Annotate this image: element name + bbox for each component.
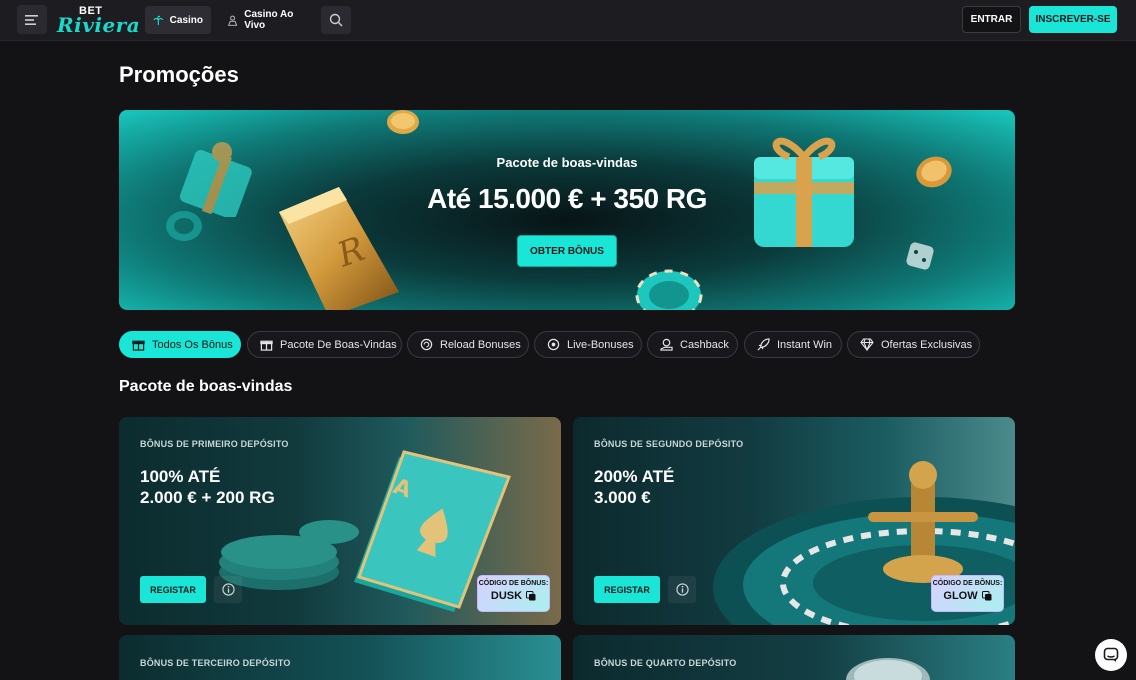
filter-label: Reload Bonuses (440, 338, 521, 351)
filter-all-bonuses[interactable]: Todos Os Bônus (119, 331, 241, 358)
filter-exclusive-offers[interactable]: Ofertas Exclusivas (847, 331, 980, 358)
hero-subtitle: Pacote de boas-vindas (496, 155, 638, 170)
bonus-card-first-deposit: A BÔNUS DE PRIMEIRO DEPÓSITO 100% ATÉ 2.… (119, 417, 561, 625)
info-icon (675, 583, 689, 596)
copy-icon[interactable] (981, 591, 992, 601)
diamond-icon (860, 338, 874, 351)
chat-button[interactable] (1095, 639, 1127, 671)
bonus-code: DUSK (490, 590, 523, 602)
chip-bottom (635, 269, 703, 310)
nav-live-label: Casino Ao Vivo (244, 9, 294, 31)
filter-live-bonuses[interactable]: Live-Bonuses (534, 331, 642, 358)
info-button[interactable] (214, 576, 242, 603)
bonus-code-label: CÓDIGO DE BÔNUS: (932, 580, 1003, 587)
bonus-card-third-deposit: BÔNUS DE TERCEIRO DEPÓSITO (119, 635, 561, 680)
nav-casino[interactable]: Casino (145, 6, 211, 34)
signup-button[interactable]: INSCREVER-SE (1029, 6, 1117, 33)
dice-image (846, 658, 930, 680)
filter-label: Ofertas Exclusivas (881, 338, 973, 351)
dealer-icon (227, 15, 238, 26)
gift-box-icon (260, 340, 273, 351)
bonus-code-box[interactable]: CÓDIGO DE BÔNUS: GLOW (931, 575, 1004, 612)
hero-banner: R Pacote de boas-vindas Até 15.000 € + 3… (119, 110, 1015, 310)
info-button[interactable] (668, 576, 696, 603)
gold-coin-top (387, 110, 419, 134)
filter-welcome-package[interactable]: Pacote De Boas-Vindas (247, 331, 402, 358)
register-button[interactable]: REGISTAR (140, 576, 206, 603)
filter-cashback[interactable]: Cashback (647, 331, 738, 358)
nav-live-casino[interactable]: Casino Ao Vivo (219, 6, 315, 34)
card-amount: 200% ATÉ 3.000 € (594, 467, 675, 507)
top-bar: BET Riviera Casino Casino Ao Vivo ENTRAR… (0, 0, 1136, 41)
rocket-icon (757, 338, 770, 351)
filter-label: Pacote De Boas-Vindas (280, 338, 397, 351)
filter-instant-win[interactable]: Instant Win (744, 331, 842, 358)
filter-label: Todos Os Bônus (152, 338, 233, 351)
palm-tree-icon (153, 15, 164, 25)
hamburger-icon (25, 14, 38, 25)
menu-button[interactable] (17, 5, 47, 34)
cashback-icon (660, 338, 673, 351)
card-label: BÔNUS DE SEGUNDO DEPÓSITO (594, 439, 744, 449)
login-button[interactable]: ENTRAR (962, 6, 1021, 33)
logo-riviera: Riviera (57, 13, 141, 37)
filter-label: Live-Bonuses (567, 338, 634, 351)
filter-label: Cashback (680, 338, 729, 351)
card-label: BÔNUS DE PRIMEIRO DEPÓSITO (140, 439, 289, 449)
page-title: Promoções (119, 62, 239, 87)
bonus-card-fourth-deposit: BÔNUS DE QUARTO DEPÓSITO (573, 635, 1015, 680)
site-logo[interactable]: BET Riviera (57, 3, 140, 37)
register-button[interactable]: REGISTAR (594, 576, 660, 603)
bonus-code: GLOW (943, 590, 978, 602)
search-icon (329, 13, 343, 27)
nav-casino-label: Casino (169, 14, 203, 26)
copy-icon[interactable] (526, 591, 536, 601)
section-title: Pacote de boas-vindas (119, 378, 293, 395)
live-icon (547, 338, 560, 351)
dice-image (906, 242, 934, 270)
search-button[interactable] (321, 6, 351, 34)
chat-icon (1103, 647, 1119, 662)
bonus-code-box[interactable]: CÓDIGO DE BÔNUS: DUSK (477, 575, 550, 612)
filter-reload-bonuses[interactable]: Reload Bonuses (407, 331, 529, 358)
card-label: BÔNUS DE TERCEIRO DEPÓSITO (140, 658, 291, 668)
bonus-card-second-deposit: BÔNUS DE SEGUNDO DEPÓSITO 200% ATÉ 3.000… (573, 417, 1015, 625)
get-bonus-button[interactable]: OBTER BÔNUS (517, 235, 617, 267)
reload-icon (420, 338, 433, 351)
card-amount: 100% ATÉ 2.000 € + 200 RG (140, 467, 275, 507)
gift-icon (132, 340, 145, 351)
filter-label: Instant Win (777, 338, 833, 351)
hero-title: Até 15.000 € + 350 RG (427, 183, 707, 214)
bonus-code-label: CÓDIGO DE BÔNUS: (478, 580, 549, 587)
info-icon (221, 583, 235, 596)
card-label: BÔNUS DE QUARTO DEPÓSITO (594, 658, 737, 668)
